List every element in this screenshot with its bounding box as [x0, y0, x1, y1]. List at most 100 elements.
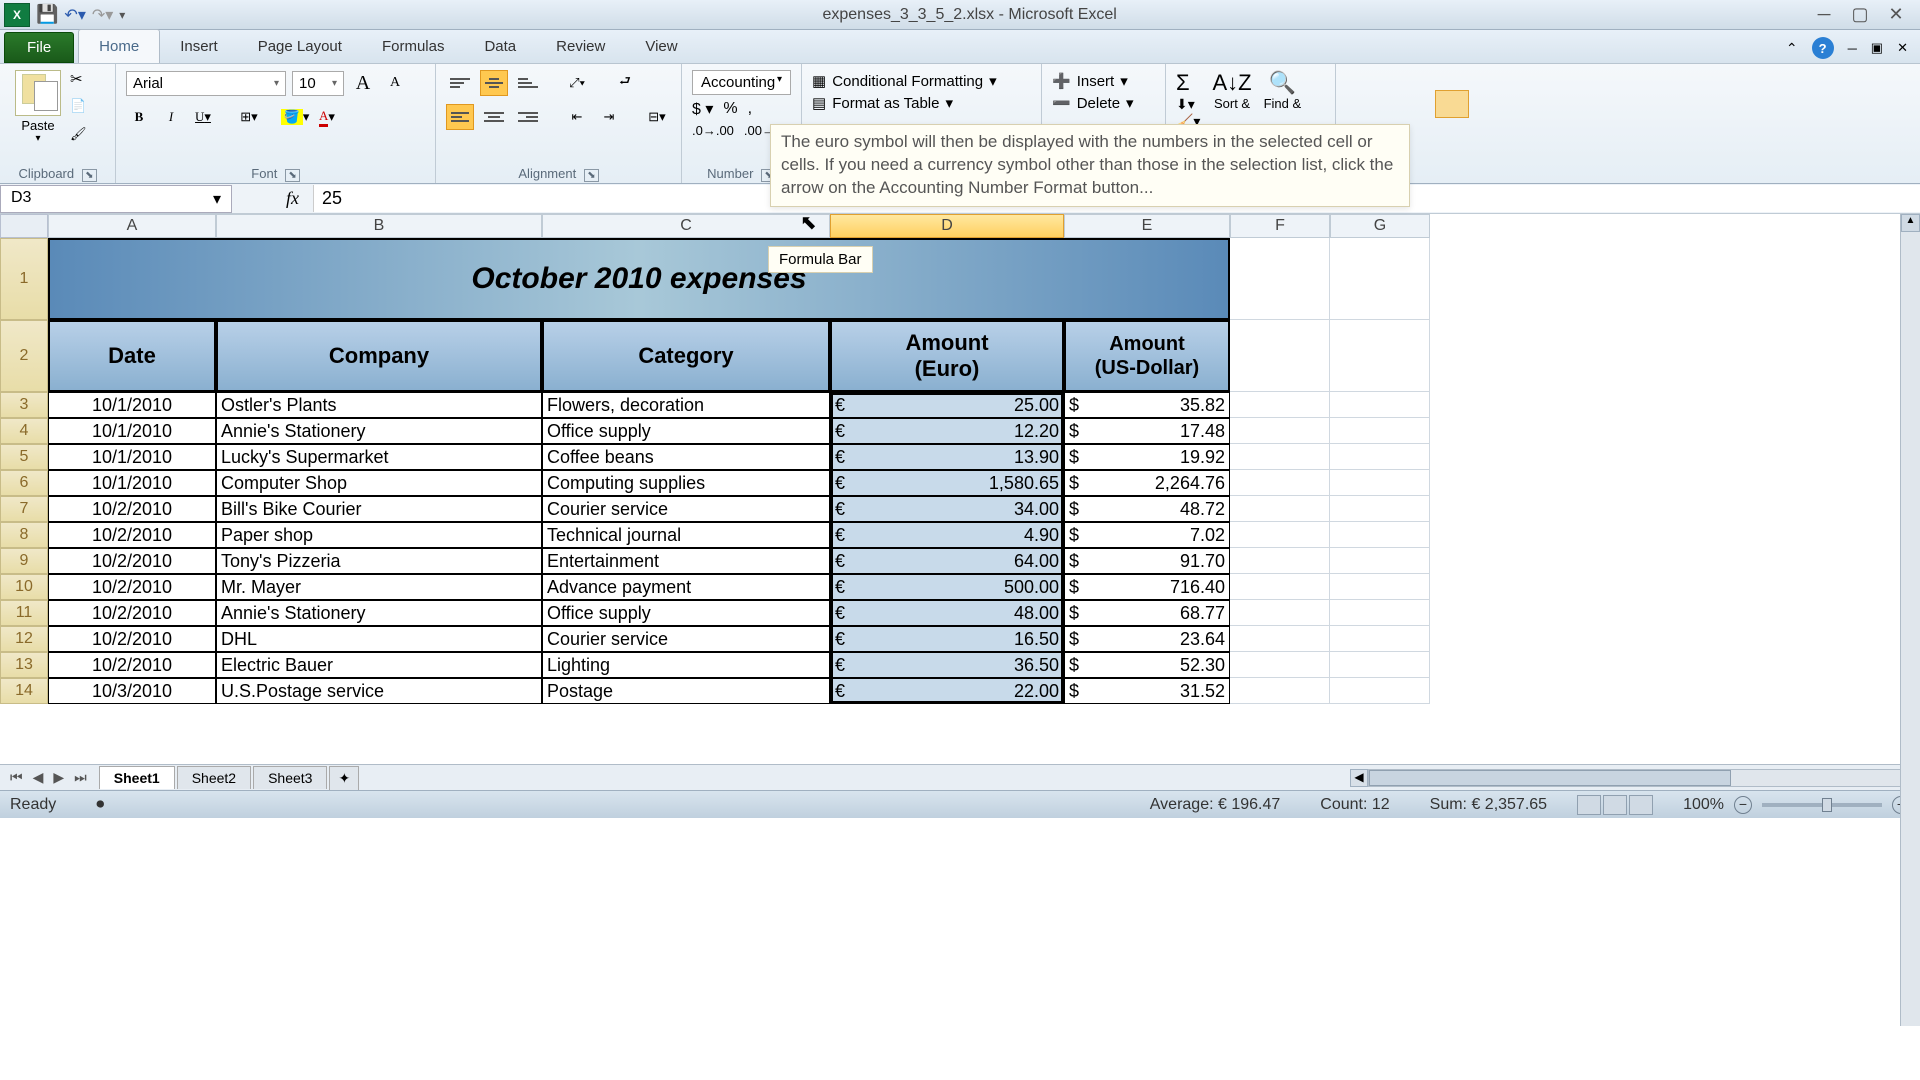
- sheet-nav-prev-icon[interactable]: ◀: [29, 769, 48, 786]
- cell-euro[interactable]: €25.00: [830, 392, 1064, 418]
- border-button[interactable]: ⊞▾: [236, 104, 262, 130]
- sheet-tab-2[interactable]: Sheet2: [177, 766, 251, 789]
- cell-company[interactable]: Electric Bauer: [216, 652, 542, 678]
- cell-usd[interactable]: $91.70: [1064, 548, 1230, 574]
- doc-minimize-icon[interactable]: ─: [1848, 41, 1857, 56]
- shrink-font-icon[interactable]: A: [382, 70, 408, 96]
- row-header-11[interactable]: 11: [0, 600, 48, 626]
- cell-usd[interactable]: $23.64: [1064, 626, 1230, 652]
- cut-icon[interactable]: [70, 70, 92, 92]
- tab-file[interactable]: File: [4, 32, 74, 63]
- cell-euro[interactable]: €1,580.65: [830, 470, 1064, 496]
- cell-date[interactable]: 10/1/2010: [48, 470, 216, 496]
- zoom-out-icon[interactable]: −: [1734, 796, 1752, 814]
- row-header-13[interactable]: 13: [0, 652, 48, 678]
- number-format-dropdown[interactable]: Accounting▾: [692, 70, 791, 95]
- increase-indent-icon[interactable]: ⇥: [596, 104, 622, 130]
- tab-home[interactable]: Home: [78, 29, 160, 63]
- sort-filter-button[interactable]: A↓Z Sort &: [1212, 70, 1251, 130]
- font-size-dropdown[interactable]: 10▾: [292, 71, 344, 96]
- doc-close-icon[interactable]: ✕: [1897, 40, 1908, 56]
- align-right-icon[interactable]: [514, 104, 542, 130]
- undo-icon[interactable]: ↶▾: [64, 5, 85, 25]
- tab-data[interactable]: Data: [464, 30, 536, 63]
- cell-company[interactable]: Paper shop: [216, 522, 542, 548]
- cell-euro[interactable]: €36.50: [830, 652, 1064, 678]
- cell-company[interactable]: DHL: [216, 626, 542, 652]
- cell-date[interactable]: 10/2/2010: [48, 652, 216, 678]
- row-header-9[interactable]: 9: [0, 548, 48, 574]
- font-color-button[interactable]: A▾: [314, 104, 340, 130]
- maximize-icon[interactable]: ▢: [1850, 7, 1870, 23]
- cell-company[interactable]: Lucky's Supermarket: [216, 444, 542, 470]
- cell-date[interactable]: 10/2/2010: [48, 574, 216, 600]
- cell-company[interactable]: Tony's Pizzeria: [216, 548, 542, 574]
- align-left-icon[interactable]: [446, 104, 474, 130]
- zoom-slider[interactable]: [1762, 803, 1882, 807]
- col-header-c[interactable]: C: [542, 214, 830, 238]
- tab-insert[interactable]: Insert: [160, 30, 238, 63]
- insert-button[interactable]: ➕Insert ▾: [1052, 70, 1155, 92]
- minimize-ribbon-icon[interactable]: ⌃: [1786, 40, 1798, 57]
- cell-date[interactable]: 10/2/2010: [48, 548, 216, 574]
- doc-restore-icon[interactable]: ▣: [1871, 40, 1883, 56]
- merge-center-icon[interactable]: ⊟▾: [644, 104, 670, 130]
- cell-category[interactable]: Technical journal: [542, 522, 830, 548]
- percent-button[interactable]: %: [723, 100, 737, 118]
- cell-category[interactable]: Courier service: [542, 626, 830, 652]
- orientation-icon[interactable]: ⤢▾: [564, 70, 590, 96]
- tab-formulas[interactable]: Formulas: [362, 30, 465, 63]
- cell-usd[interactable]: $35.82: [1064, 392, 1230, 418]
- fill-button[interactable]: ⬇▾: [1176, 96, 1200, 113]
- row-header-5[interactable]: 5: [0, 444, 48, 470]
- redo-icon[interactable]: ↷▾: [92, 5, 113, 25]
- cell-usd[interactable]: $68.77: [1064, 600, 1230, 626]
- comma-button[interactable]: ,: [748, 100, 752, 118]
- alignment-dialog-icon[interactable]: ⬊: [584, 169, 598, 182]
- fill-color-button[interactable]: 🪣▾: [282, 104, 308, 130]
- align-center-icon[interactable]: [480, 104, 508, 130]
- cell-usd[interactable]: $7.02: [1064, 522, 1230, 548]
- row-header-12[interactable]: 12: [0, 626, 48, 652]
- col-header-f[interactable]: F: [1230, 214, 1330, 238]
- cell-company[interactable]: Annie's Stationery: [216, 600, 542, 626]
- align-middle-icon[interactable]: [480, 70, 508, 96]
- header-date[interactable]: Date: [48, 320, 216, 392]
- cell-category[interactable]: Office supply: [542, 600, 830, 626]
- zoom-level[interactable]: 100%: [1683, 796, 1724, 814]
- cell-euro[interactable]: €64.00: [830, 548, 1064, 574]
- clipboard-dialog-icon[interactable]: ⬊: [82, 169, 96, 182]
- header-euro[interactable]: Amount (Euro): [830, 320, 1064, 392]
- cell-date[interactable]: 10/1/2010: [48, 418, 216, 444]
- col-header-a[interactable]: A: [48, 214, 216, 238]
- row-header-6[interactable]: 6: [0, 470, 48, 496]
- vertical-scrollbar[interactable]: ▲: [1900, 214, 1920, 1026]
- hscroll-thumb[interactable]: [1369, 770, 1731, 786]
- minimize-icon[interactable]: ─: [1814, 7, 1834, 23]
- delete-button[interactable]: ➖Delete ▾: [1052, 92, 1155, 114]
- new-sheet-icon[interactable]: ✦: [329, 766, 359, 790]
- cell-company[interactable]: Computer Shop: [216, 470, 542, 496]
- tab-review[interactable]: Review: [536, 30, 625, 63]
- cell-usd[interactable]: $52.30: [1064, 652, 1230, 678]
- cell-date[interactable]: 10/1/2010: [48, 392, 216, 418]
- cell-date[interactable]: 10/1/2010: [48, 444, 216, 470]
- row-header-10[interactable]: 10: [0, 574, 48, 600]
- row-header-7[interactable]: 7: [0, 496, 48, 522]
- cell-category[interactable]: Coffee beans: [542, 444, 830, 470]
- name-box[interactable]: D3▾: [0, 185, 232, 213]
- cell-company[interactable]: Bill's Bike Courier: [216, 496, 542, 522]
- conditional-formatting-button[interactable]: ▦Conditional Formatting ▾: [812, 70, 1031, 92]
- cell-date[interactable]: 10/2/2010: [48, 496, 216, 522]
- fx-icon[interactable]: fx: [272, 188, 313, 209]
- font-name-dropdown[interactable]: Arial▾: [126, 71, 286, 96]
- page-break-view-icon[interactable]: [1629, 795, 1653, 815]
- align-top-icon[interactable]: [446, 70, 474, 96]
- close-icon[interactable]: ✕: [1886, 7, 1906, 23]
- cell-category[interactable]: Courier service: [542, 496, 830, 522]
- cell-company[interactable]: Ostler's Plants: [216, 392, 542, 418]
- autosum-button[interactable]: Σ: [1176, 70, 1200, 96]
- sheet-nav-first-icon[interactable]: ⏮: [6, 769, 27, 786]
- hscroll-left-icon[interactable]: ◀: [1350, 769, 1368, 787]
- cell-usd[interactable]: $2,264.76: [1064, 470, 1230, 496]
